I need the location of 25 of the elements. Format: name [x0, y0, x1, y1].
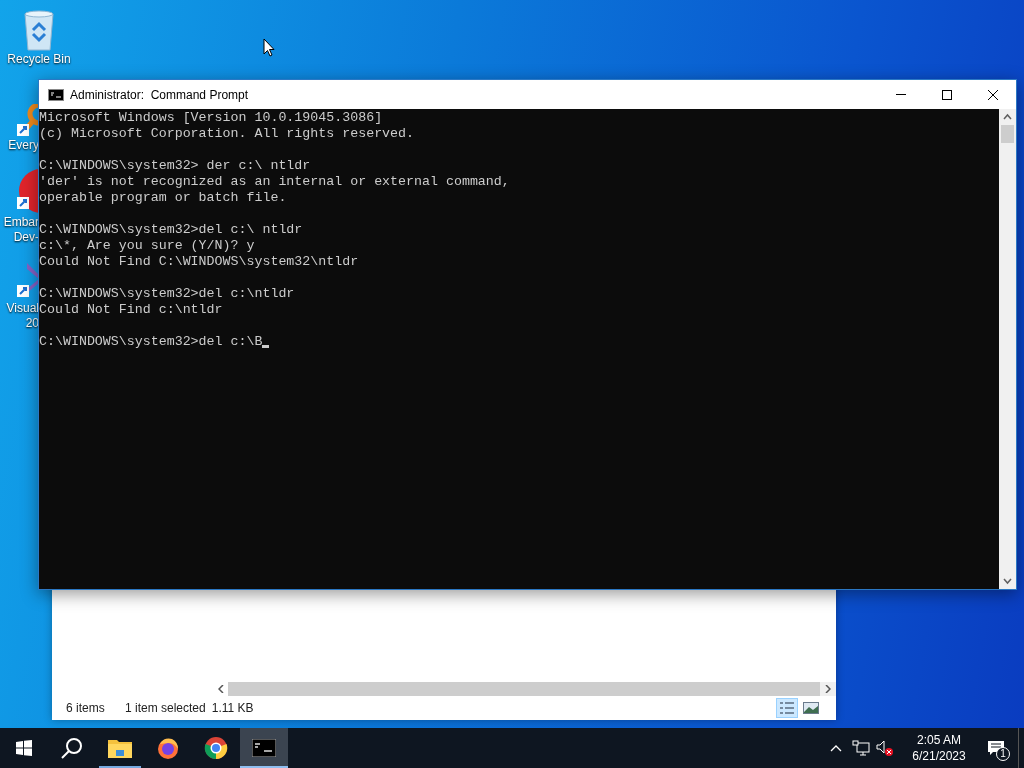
selection-size: 1.11 KB: [211, 700, 254, 717]
desktop-icon-label[interactable]: Embar: [3, 215, 39, 230]
clock-date[interactable]: 6/21/2023: [912, 748, 966, 764]
terminal-line: operable program or batch file.: [39, 190, 287, 206]
clock-time[interactable]: 2:05 AM: [917, 732, 961, 748]
notifications-button[interactable]: 1: [974, 728, 1018, 768]
item-count: 6 items: [66, 700, 106, 717]
notification-badge: 1: [996, 747, 1010, 761]
terminal-line: (c) Microsoft Corporation. All rights reserved.: [39, 126, 415, 142]
terminal-line: 'der' is not recognized as an internal or external command,: [39, 174, 510, 190]
desktop-icon-label[interactable]: Visual: [6, 301, 39, 316]
terminal-line: Microsoft Windows [Version 10.0.19045.3086]: [39, 110, 383, 126]
terminal-line: Could Not Find C:\WINDOWS\system32\ntldr: [39, 254, 359, 270]
terminal-line: c:\*, Are you sure (Y/N)? y: [39, 238, 255, 254]
window-title: Administrator: Command Prompt: [70, 86, 249, 104]
desktop-icon-label[interactable]: 20: [25, 316, 39, 331]
terminal-line: C:\WINDOWS\system32>del c:\B: [39, 334, 263, 350]
desktop-icon-label[interactable]: Dev-: [13, 230, 39, 245]
desktop-icon-label[interactable]: Recycle Bin: [7, 52, 71, 67]
terminal-line: C:\WINDOWS\system32>del c:\ntldr: [39, 286, 295, 302]
terminal-line: Could Not Find c:\ntldr: [39, 302, 223, 318]
terminal-line: C:\WINDOWS\system32>del c:\ ntldr: [39, 222, 303, 238]
desktop-icon-label[interactable]: Every: [8, 138, 39, 153]
selection-status: 1 item selected: [125, 700, 206, 717]
terminal-line: C:\WINDOWS\system32> der c:\ ntldr: [39, 158, 311, 174]
